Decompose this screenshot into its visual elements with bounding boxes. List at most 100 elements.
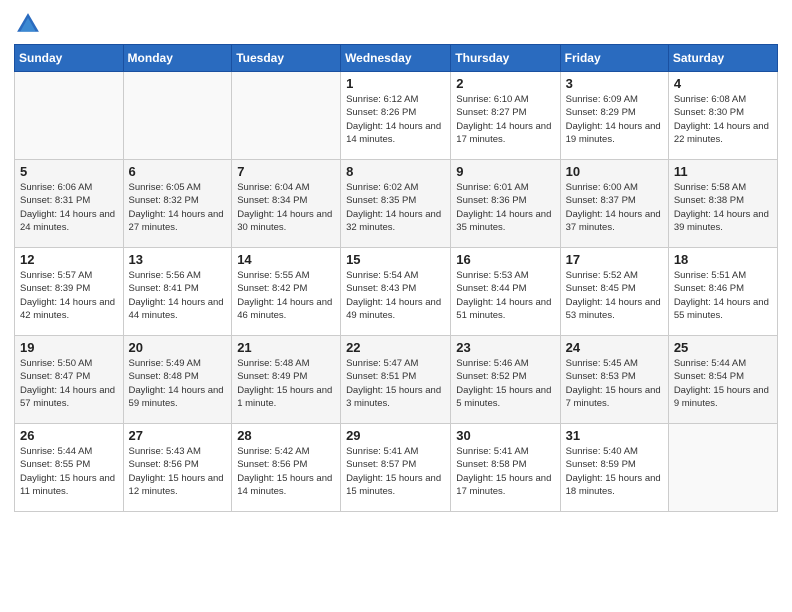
header-day-sunday: Sunday: [15, 45, 124, 72]
day-cell: [232, 72, 341, 160]
calendar-table: SundayMondayTuesdayWednesdayThursdayFrid…: [14, 44, 778, 512]
day-info: Sunrise: 6:10 AMSunset: 8:27 PMDaylight:…: [456, 93, 554, 146]
day-number: 9: [456, 164, 554, 179]
day-number: 5: [20, 164, 118, 179]
day-number: 16: [456, 252, 554, 267]
header-day-monday: Monday: [123, 45, 232, 72]
day-info: Sunrise: 6:06 AMSunset: 8:31 PMDaylight:…: [20, 181, 118, 234]
day-number: 8: [346, 164, 445, 179]
day-cell: 18Sunrise: 5:51 AMSunset: 8:46 PMDayligh…: [668, 248, 777, 336]
day-info: Sunrise: 6:05 AMSunset: 8:32 PMDaylight:…: [129, 181, 227, 234]
day-info: Sunrise: 5:41 AMSunset: 8:58 PMDaylight:…: [456, 445, 554, 498]
calendar-header: SundayMondayTuesdayWednesdayThursdayFrid…: [15, 45, 778, 72]
day-info: Sunrise: 5:58 AMSunset: 8:38 PMDaylight:…: [674, 181, 772, 234]
day-cell: 11Sunrise: 5:58 AMSunset: 8:38 PMDayligh…: [668, 160, 777, 248]
day-number: 18: [674, 252, 772, 267]
day-cell: 1Sunrise: 6:12 AMSunset: 8:26 PMDaylight…: [341, 72, 451, 160]
day-info: Sunrise: 6:01 AMSunset: 8:36 PMDaylight:…: [456, 181, 554, 234]
day-info: Sunrise: 5:45 AMSunset: 8:53 PMDaylight:…: [566, 357, 663, 410]
day-number: 3: [566, 76, 663, 91]
day-cell: 4 Sunrise: 6:08 AMSunset: 8:30 PMDaylight…: [668, 72, 777, 160]
day-number: 24: [566, 340, 663, 355]
day-info: Sunrise: 5:43 AMSunset: 8:56 PMDaylight:…: [129, 445, 227, 498]
day-cell: 29Sunrise: 5:41 AMSunset: 8:57 PMDayligh…: [341, 424, 451, 512]
day-cell: 10Sunrise: 6:00 AMSunset: 8:37 PMDayligh…: [560, 160, 668, 248]
day-info: Sunrise: 6:02 AMSunset: 8:35 PMDaylight:…: [346, 181, 445, 234]
day-cell: 30 Sunrise: 5:41 AMSunset: 8:58 PMDayligh…: [451, 424, 560, 512]
day-cell: 27 Sunrise: 5:43 AMSunset: 8:56 PMDayligh…: [123, 424, 232, 512]
day-cell: 15 Sunrise: 5:54 AMSunset: 8:43 PMDayligh…: [341, 248, 451, 336]
day-number: 30: [456, 428, 554, 443]
week-row-4: 19Sunrise: 5:50 AMSunset: 8:47 PMDayligh…: [15, 336, 778, 424]
day-number: 22: [346, 340, 445, 355]
day-number: 15: [346, 252, 445, 267]
header: [14, 10, 778, 38]
day-info: Sunrise: 6:08 AMSunset: 8:30 PMDaylight:…: [674, 93, 772, 146]
day-number: 4: [674, 76, 772, 91]
day-cell: 31 Sunrise: 5:40 AMSunset: 8:59 PMDayligh…: [560, 424, 668, 512]
header-day-tuesday: Tuesday: [232, 45, 341, 72]
day-info: Sunrise: 5:50 AMSunset: 8:47 PMDaylight:…: [20, 357, 118, 410]
day-cell: 2 Sunrise: 6:10 AMSunset: 8:27 PMDaylight…: [451, 72, 560, 160]
day-cell: 26Sunrise: 5:44 AMSunset: 8:55 PMDayligh…: [15, 424, 124, 512]
day-number: 26: [20, 428, 118, 443]
day-cell: 16 Sunrise: 5:53 AMSunset: 8:44 PMDayligh…: [451, 248, 560, 336]
day-number: 7: [237, 164, 335, 179]
week-row-3: 12 Sunrise: 5:57 AMSunset: 8:39 PMDayligh…: [15, 248, 778, 336]
day-number: 17: [566, 252, 663, 267]
header-day-thursday: Thursday: [451, 45, 560, 72]
day-info: Sunrise: 5:52 AMSunset: 8:45 PMDaylight:…: [566, 269, 663, 322]
day-info: Sunrise: 5:54 AMSunset: 8:43 PMDaylight:…: [346, 269, 445, 322]
day-info: Sunrise: 6:12 AMSunset: 8:26 PMDaylight:…: [346, 93, 445, 146]
day-number: 2: [456, 76, 554, 91]
day-number: 14: [237, 252, 335, 267]
day-info: Sunrise: 5:55 AMSunset: 8:42 PMDaylight:…: [237, 269, 335, 322]
day-cell: 25 Sunrise: 5:44 AMSunset: 8:54 PMDayligh…: [668, 336, 777, 424]
day-cell: 6 Sunrise: 6:05 AMSunset: 8:32 PMDaylight…: [123, 160, 232, 248]
logo: [14, 10, 46, 38]
header-day-friday: Friday: [560, 45, 668, 72]
week-row-2: 5 Sunrise: 6:06 AMSunset: 8:31 PMDaylight…: [15, 160, 778, 248]
day-number: 20: [129, 340, 227, 355]
day-cell: 28 Sunrise: 5:42 AMSunset: 8:56 PMDayligh…: [232, 424, 341, 512]
calendar-body: 1Sunrise: 6:12 AMSunset: 8:26 PMDaylight…: [15, 72, 778, 512]
day-cell: 13 Sunrise: 5:56 AMSunset: 8:41 PMDayligh…: [123, 248, 232, 336]
day-number: 28: [237, 428, 335, 443]
day-info: Sunrise: 5:48 AMSunset: 8:49 PMDaylight:…: [237, 357, 335, 410]
day-number: 29: [346, 428, 445, 443]
header-day-wednesday: Wednesday: [341, 45, 451, 72]
day-cell: 20Sunrise: 5:49 AMSunset: 8:48 PMDayligh…: [123, 336, 232, 424]
day-info: Sunrise: 6:09 AMSunset: 8:29 PMDaylight:…: [566, 93, 663, 146]
day-info: Sunrise: 5:53 AMSunset: 8:44 PMDaylight:…: [456, 269, 554, 322]
day-number: 27: [129, 428, 227, 443]
day-info: Sunrise: 5:57 AMSunset: 8:39 PMDaylight:…: [20, 269, 118, 322]
day-number: 31: [566, 428, 663, 443]
day-info: Sunrise: 5:46 AMSunset: 8:52 PMDaylight:…: [456, 357, 554, 410]
day-number: 13: [129, 252, 227, 267]
day-cell: 17 Sunrise: 5:52 AMSunset: 8:45 PMDayligh…: [560, 248, 668, 336]
day-cell: 8 Sunrise: 6:02 AMSunset: 8:35 PMDaylight…: [341, 160, 451, 248]
day-cell: [668, 424, 777, 512]
week-row-1: 1Sunrise: 6:12 AMSunset: 8:26 PMDaylight…: [15, 72, 778, 160]
day-number: 12: [20, 252, 118, 267]
header-row: SundayMondayTuesdayWednesdayThursdayFrid…: [15, 45, 778, 72]
day-info: Sunrise: 5:44 AMSunset: 8:54 PMDaylight:…: [674, 357, 772, 410]
day-cell: 14 Sunrise: 5:55 AMSunset: 8:42 PMDayligh…: [232, 248, 341, 336]
day-number: 6: [129, 164, 227, 179]
day-cell: [123, 72, 232, 160]
day-info: Sunrise: 5:47 AMSunset: 8:51 PMDaylight:…: [346, 357, 445, 410]
logo-icon: [14, 10, 42, 38]
day-info: Sunrise: 5:40 AMSunset: 8:59 PMDaylight:…: [566, 445, 663, 498]
day-number: 23: [456, 340, 554, 355]
day-info: Sunrise: 5:56 AMSunset: 8:41 PMDaylight:…: [129, 269, 227, 322]
day-cell: 7Sunrise: 6:04 AMSunset: 8:34 PMDaylight…: [232, 160, 341, 248]
header-day-saturday: Saturday: [668, 45, 777, 72]
day-cell: 9 Sunrise: 6:01 AMSunset: 8:36 PMDaylight…: [451, 160, 560, 248]
day-info: Sunrise: 5:42 AMSunset: 8:56 PMDaylight:…: [237, 445, 335, 498]
day-cell: 22 Sunrise: 5:47 AMSunset: 8:51 PMDayligh…: [341, 336, 451, 424]
day-number: 25: [674, 340, 772, 355]
day-cell: 24 Sunrise: 5:45 AMSunset: 8:53 PMDayligh…: [560, 336, 668, 424]
day-cell: 23 Sunrise: 5:46 AMSunset: 8:52 PMDayligh…: [451, 336, 560, 424]
day-cell: 3 Sunrise: 6:09 AMSunset: 8:29 PMDaylight…: [560, 72, 668, 160]
day-cell: 12 Sunrise: 5:57 AMSunset: 8:39 PMDayligh…: [15, 248, 124, 336]
